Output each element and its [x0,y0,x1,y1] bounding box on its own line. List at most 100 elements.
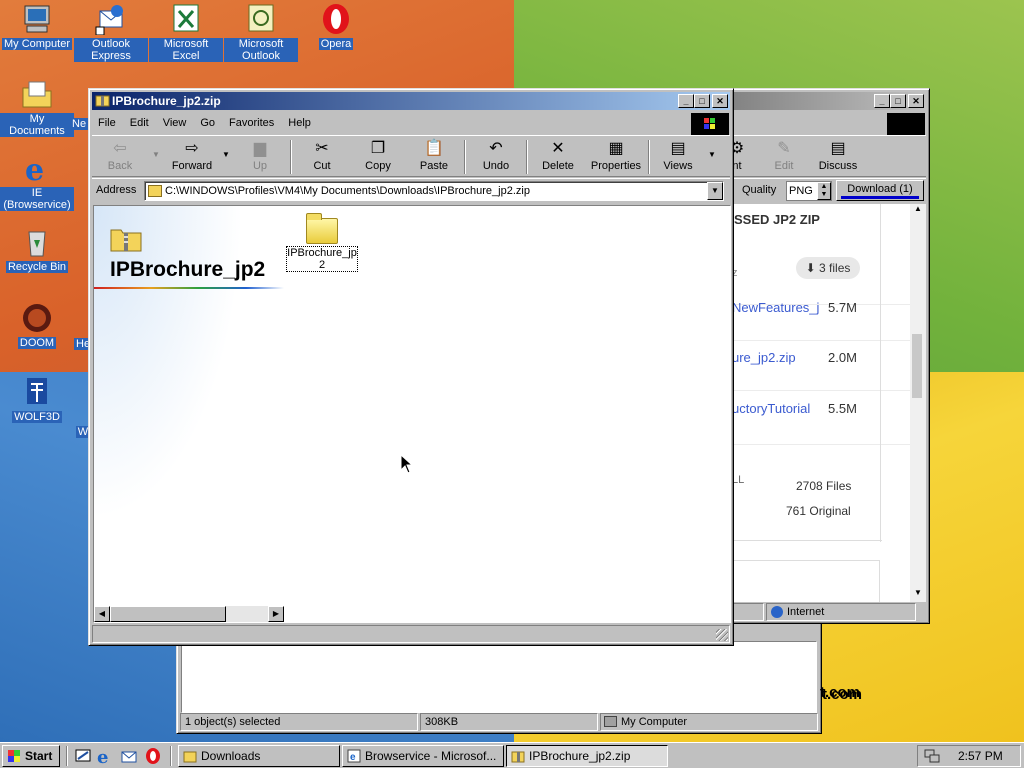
outlook-icon [245,3,277,35]
internet-globe-icon [771,606,783,618]
desktop-icon-partial[interactable]: Ne [70,118,89,130]
browser-scrollbar[interactable]: ▲ ▼ [910,204,926,602]
taskbar: Start e Downloads e Browservice - Micros… [0,742,1024,768]
desktop-icon-microsoft-excel[interactable]: Microsoft Excel [149,3,223,62]
menu-help[interactable]: Help [288,117,311,129]
file-link[interactable]: NewFeatures_j [732,300,819,315]
taskbar-item-downloads[interactable]: Downloads [178,745,340,767]
back-button[interactable]: ⇦ Back [94,138,146,176]
network-tray-icon[interactable] [924,748,940,764]
scroll-right-icon[interactable]: ▶ [268,606,284,622]
folder-item-label: IPBrochure_jp2 [286,246,358,272]
folder-item[interactable]: IPBrochure_jp2 [286,210,358,272]
download-button-label: Download (1) [847,183,913,195]
forward-dropdown-icon[interactable]: ▼ [222,150,230,159]
explorer-window[interactable]: IPBrochure_jp2.zip _ □ ✕ File Edit View … [88,88,734,646]
undo-button[interactable]: ↶ Undo [470,138,522,176]
show-desktop-icon[interactable] [74,747,92,765]
desktop-icon-my-computer[interactable]: My Computer [0,3,74,50]
menu-view[interactable]: View [163,117,187,129]
back-dropdown-icon[interactable]: ▼ [152,150,160,159]
desktop-icon-label: My Computer [1,38,73,50]
browser-titlebar[interactable]: _ □ ✕ [724,92,926,110]
up-button[interactable]: ▆ Up [234,138,286,176]
discuss-button[interactable]: ▤ Discuss [812,138,864,176]
browser-statusbar: Internet [724,603,918,623]
browser-toolbar: ⚙ nt ✎ Edit ▤ Discuss [724,135,926,177]
folder-view[interactable]: IPBrochure_jp2 IPBrochure_jp2 ◀ ▶ [93,205,731,623]
minimize-button[interactable]: _ [874,94,890,108]
quality-select[interactable]: PNG ▲ ▼ [786,181,832,201]
desktop-icon-label: IE (Browservice) [0,187,74,211]
quality-value: PNG [789,185,813,197]
views-button[interactable]: ▤ Views [652,138,704,176]
paste-button[interactable]: 📋 Paste [408,138,460,176]
menu-favorites[interactable]: Favorites [229,117,274,129]
resize-grip-icon[interactable] [716,629,728,641]
desktop-icon-wolf3d[interactable]: WOLF3D [0,376,74,423]
scroll-up-icon[interactable]: ▲ [910,204,926,218]
scroll-left-icon[interactable]: ◀ [94,606,110,622]
tool-label: Discuss [818,160,858,172]
desktop-icon-opera[interactable]: Opera [299,3,373,50]
files-badge[interactable]: ⬇ 3 files [796,257,860,279]
edit-button[interactable]: ✎ Edit [760,138,808,176]
desktop-icon-microsoft-outlook[interactable]: Microsoft Outlook [224,3,298,62]
clock[interactable]: 2:57 PM [958,746,1003,766]
explorer-titlebar[interactable]: IPBrochure_jp2.zip _ □ ✕ [92,92,730,110]
minimize-button[interactable]: _ [678,94,694,108]
horizontal-scrollbar[interactable]: ◀ ▶ [94,606,284,622]
internet-explorer-icon[interactable]: e [96,747,114,768]
status-zone: Internet [766,603,916,621]
browser-window[interactable]: _ □ ✕ ⚙ nt ✎ Edit ▤ Discuss Quality PNG … [720,88,930,624]
taskbar-item-label: Downloads [201,749,261,763]
outlook-express-icon[interactable] [120,747,138,765]
menu-edit[interactable]: Edit [130,117,149,129]
close-button[interactable]: ✕ [712,94,728,108]
file-link[interactable]: ure_jp2.zip [732,350,796,365]
computer-icon [604,716,617,727]
start-button[interactable]: Start [2,745,60,767]
my-computer-icon [21,3,53,35]
undo-icon: ↶ [489,140,503,157]
taskbar-item-ipbrochure[interactable]: IPBrochure_jp2.zip [506,745,668,767]
menu-go[interactable]: Go [200,117,215,129]
scroll-thumb[interactable] [110,606,226,622]
maximize-button[interactable]: □ [694,94,710,108]
desktop-icon-ie-browservice[interactable]: e IE (Browservice) [0,152,74,211]
discuss-icon: ▤ [830,140,846,157]
properties-button[interactable]: ▦ Properties [584,138,648,176]
downloads-statusbar: 1 object(s) selected 308KB My Computer [180,713,820,733]
file-link[interactable]: uctoryTutorial [732,401,810,416]
scroll-thumb[interactable] [912,334,922,398]
close-button[interactable]: ✕ [908,94,924,108]
scroll-down-icon[interactable]: ▼ [910,588,926,602]
tool-label: Edit [774,160,794,172]
address-dropdown-icon[interactable]: ▼ [707,182,723,200]
desktop-icon-doom[interactable]: DOOM [0,302,74,349]
views-dropdown-icon[interactable]: ▼ [708,150,716,159]
delete-button[interactable]: ✕ Delete [532,138,584,176]
maximize-button[interactable]: □ [890,94,906,108]
desktop-icon-label: Ne [70,118,89,130]
edit-icon: ✎ [777,140,791,157]
spinner-icon[interactable]: ▲ ▼ [817,182,831,200]
desktop-icon-outlook-express[interactable]: Outlook Express [74,3,148,62]
forward-button[interactable]: ⇨ Forward [164,138,220,176]
browser-quality-bar: Quality PNG ▲ ▼ Download (1) [724,178,926,202]
taskbar-item-browservice[interactable]: e Browservice - Microsof... [342,745,504,767]
copy-button[interactable]: ❐ Copy [352,138,404,176]
desktop-icon-label: Outlook Express [74,38,148,62]
cut-button[interactable]: ✂ Cut [296,138,348,176]
address-input[interactable]: C:\WINDOWS\Profiles\VM4\My Documents\Dow… [144,181,724,201]
desktop-icon-recycle-bin[interactable]: Recycle Bin [0,226,74,273]
desktop-icon-my-documents[interactable]: My Documents [0,78,74,137]
windows-logo-icon [887,113,925,135]
explorer-statusbar [92,625,730,643]
menu-bar: File Edit View Go Favorites Help [92,112,730,134]
download-button[interactable]: Download (1) [836,180,924,201]
menu-file[interactable]: File [98,117,116,129]
title-rule [94,287,284,289]
opera-icon[interactable] [144,747,162,765]
address-label: Address [96,184,137,196]
